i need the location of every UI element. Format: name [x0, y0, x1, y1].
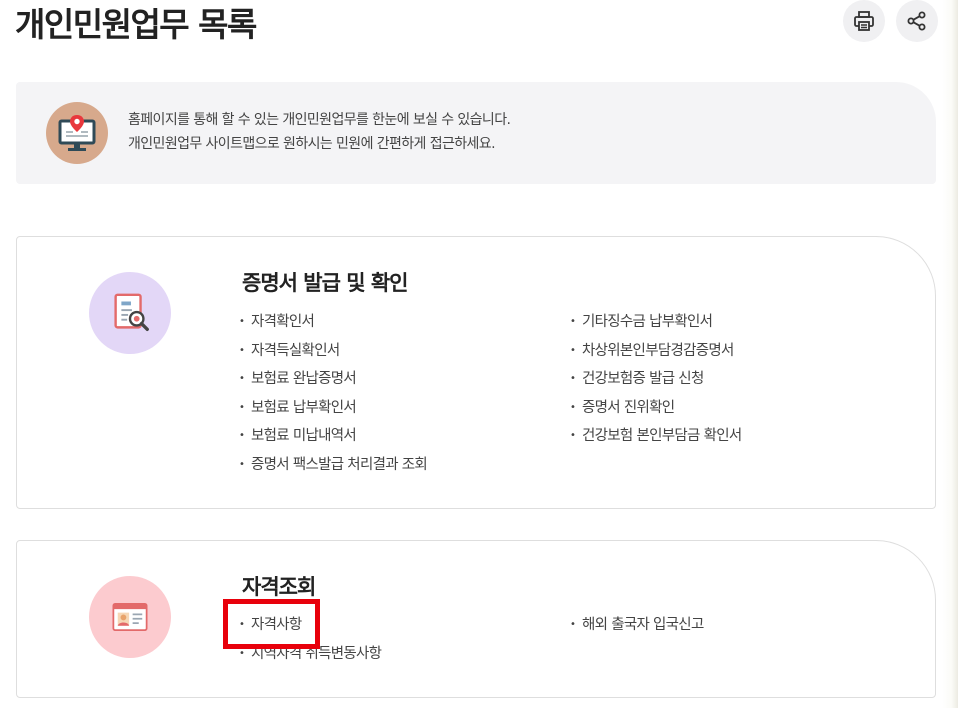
list-item[interactable]: 자격득실확인서: [239, 337, 427, 366]
right-item-list: 해외 출국자 입국신고: [570, 611, 704, 640]
list-item[interactable]: 해외 출국자 입국신고: [570, 611, 704, 640]
scrollbar-edge: [942, 0, 958, 708]
list-item[interactable]: 보험료 미납내역서: [239, 422, 427, 451]
share-icon: [907, 11, 926, 31]
list-item[interactable]: 건강보험증 발급 신청: [570, 365, 742, 394]
notice-line-2: 개인민원업무 사이트맵으로 원하시는 민원에 간편하게 접근하세요.: [128, 136, 496, 152]
section-certificate: 증명서 발급 및 확인 자격확인서 자격득실확인서 보험료 완납증명서 보험료 …: [16, 236, 936, 509]
list-item[interactable]: 자격확인서: [239, 308, 427, 337]
section-title: 자격조회: [242, 575, 316, 599]
list-item[interactable]: 건강보험 본인부담금 확인서: [570, 422, 742, 451]
page-title: 개인민원업무 목록: [15, 5, 257, 44]
list-item[interactable]: 보험료 납부확인서: [239, 394, 427, 423]
document-search-icon: [89, 272, 171, 354]
left-item-list: 자격확인서 자격득실확인서 보험료 완납증명서 보험료 납부확인서 보험료 미납…: [239, 308, 428, 480]
monitor-location-icon: [46, 102, 108, 164]
notice-line-1: 홈페이지를 통해 할 수 있는 개인민원업무를 한눈에 보실 수 있습니다.: [128, 112, 511, 128]
highlight-box: [223, 599, 320, 649]
right-item-list: 기타징수금 납부확인서 차상위본인부담경감증명서 건강보험증 발급 신청 증명서…: [570, 308, 742, 451]
printer-icon: [854, 11, 874, 31]
section-title: 증명서 발급 및 확인: [242, 271, 408, 295]
list-item[interactable]: 보험료 완납증명서: [239, 365, 427, 394]
list-item[interactable]: 증명서 팩스발급 처리결과 조회: [239, 451, 428, 480]
notice-box: 홈페이지를 통해 할 수 있는 개인민원업무를 한눈에 보실 수 있습니다. 개…: [16, 82, 936, 184]
list-item[interactable]: 기타징수금 납부확인서: [570, 308, 742, 337]
section-eligibility: 자격조회 자격사항 지역자격 취득변동사항 해외 출국자 입국신고: [16, 540, 936, 698]
print-button[interactable]: [843, 0, 885, 42]
list-item[interactable]: 증명서 진위확인: [570, 394, 742, 423]
id-card-icon: [89, 576, 171, 658]
share-button[interactable]: [896, 0, 938, 42]
list-item[interactable]: 차상위본인부담경감증명서: [570, 337, 742, 366]
